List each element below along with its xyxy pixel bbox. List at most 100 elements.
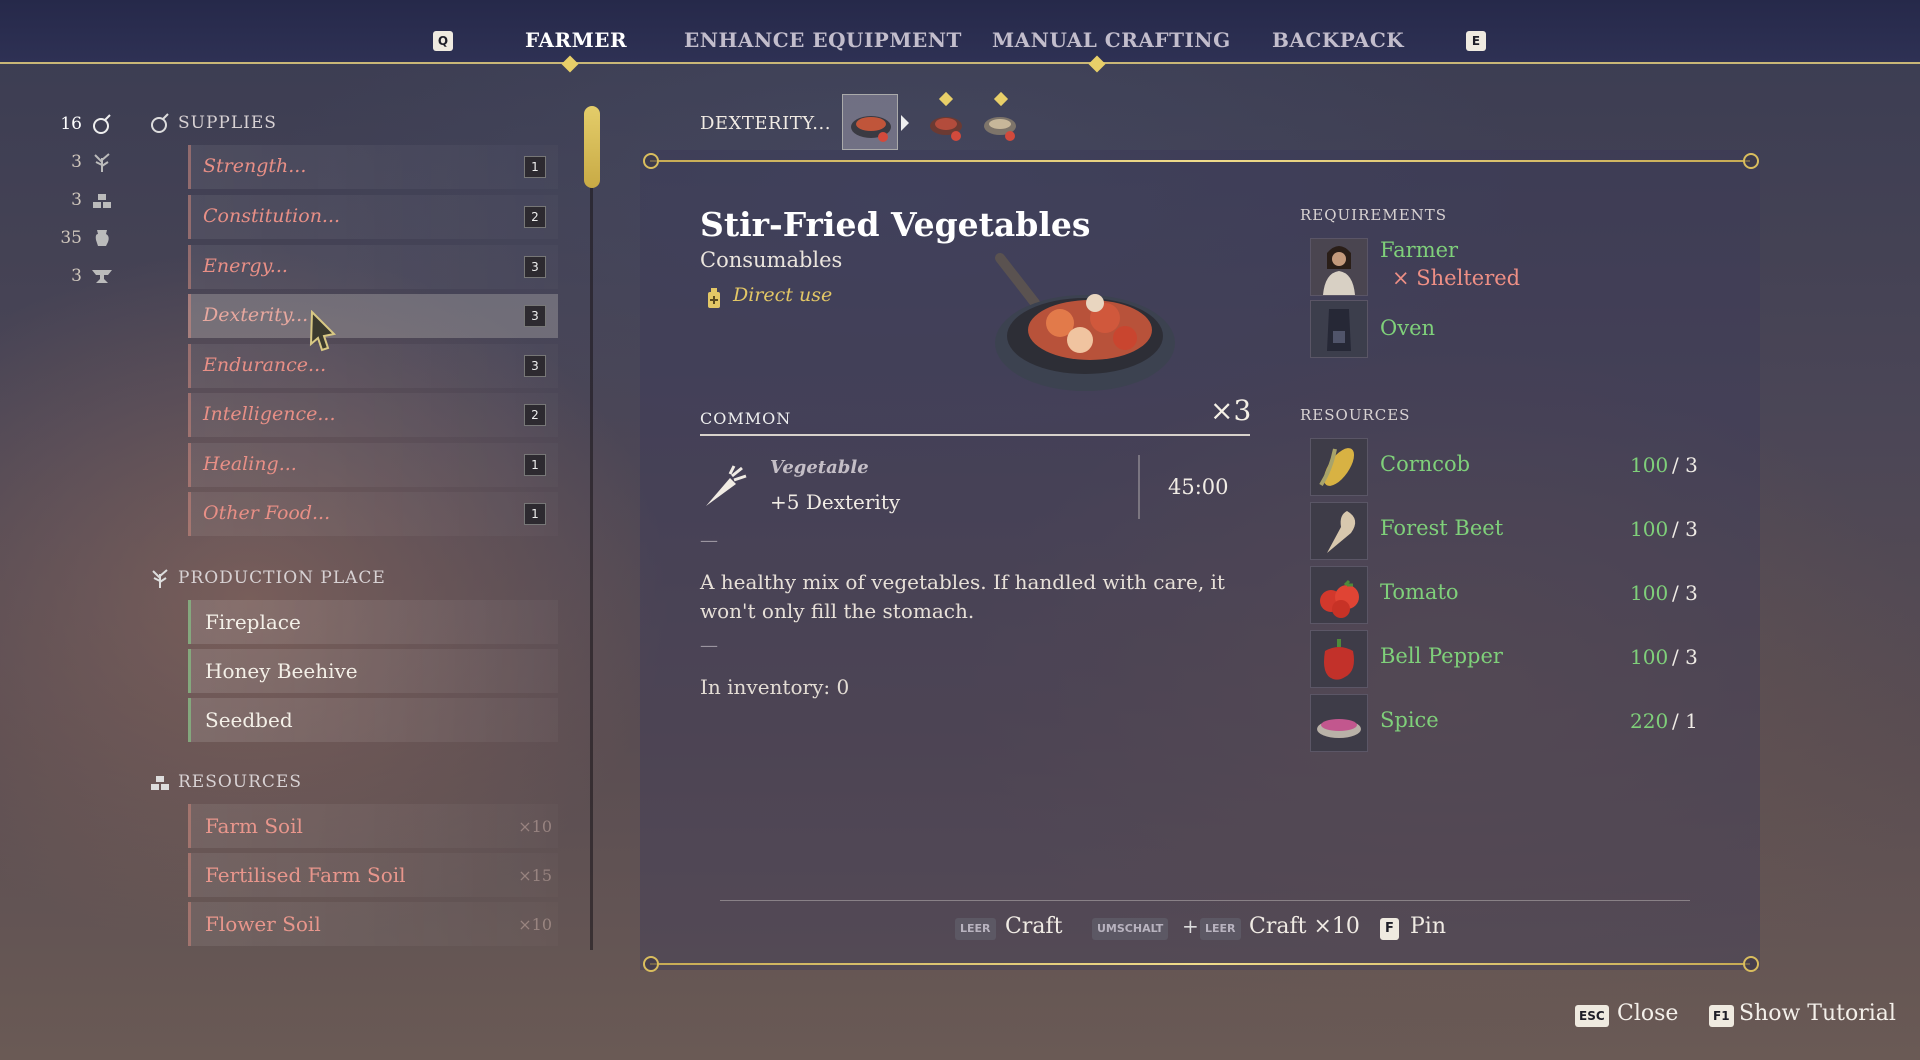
resource-need: / 3 xyxy=(1672,517,1698,541)
resource-spice xyxy=(1310,694,1368,752)
category-count: 3 xyxy=(524,355,546,377)
resource-tomato xyxy=(1310,566,1368,624)
rarity-label: COMMON xyxy=(700,409,792,428)
place-fireplace[interactable]: Fireplace xyxy=(188,600,558,644)
mouse-cursor-icon xyxy=(309,310,337,352)
oven-icon xyxy=(1311,301,1367,357)
recipe-title: Stir-Fried Vegetables xyxy=(700,205,1091,244)
stat-value: 3 xyxy=(71,266,82,286)
recipe-category: Consumables xyxy=(700,248,843,272)
category-label: Other Food... xyxy=(203,502,331,524)
resource-have: 100 xyxy=(1630,453,1669,477)
sidebar-scroll-track[interactable] xyxy=(590,110,593,950)
resources-list-heading: RESOURCES xyxy=(1300,406,1411,424)
potion-icon xyxy=(93,114,111,134)
key-combo-plus: + xyxy=(1182,914,1199,938)
chevron-right-icon xyxy=(901,115,909,131)
place-seedbed[interactable]: Seedbed xyxy=(188,698,558,742)
place-label: Fireplace xyxy=(205,610,301,634)
stat-value: 3 xyxy=(71,152,82,172)
place-label: Honey Beehive xyxy=(205,659,358,683)
prev-tab-key[interactable]: Q xyxy=(433,31,453,51)
stat-value: 3 xyxy=(71,190,82,210)
requirement-sheltered: × Sheltered xyxy=(1392,266,1521,290)
tomato-icon xyxy=(1311,567,1367,623)
production-place-heading: PRODUCTION PLACE xyxy=(152,568,386,588)
resource-label: Farm Soil xyxy=(205,814,303,838)
recipe-thumb-2[interactable] xyxy=(918,94,974,150)
resource-need: / 3 xyxy=(1672,645,1698,669)
f1-key[interactable]: F1 xyxy=(1709,1005,1734,1027)
recipe-thumb-selected[interactable] xyxy=(842,94,898,150)
recipe-thumb-3[interactable] xyxy=(972,94,1028,150)
next-tab-key[interactable]: E xyxy=(1466,31,1486,51)
category-label: Endurance... xyxy=(203,354,327,376)
recipe-panel xyxy=(640,150,1760,970)
craft-action[interactable]: Craft xyxy=(1005,914,1062,939)
craft10-action[interactable]: Craft ×10 xyxy=(1249,914,1360,939)
tab-farmer[interactable]: FARMER xyxy=(525,28,627,52)
sidebar-scroll-thumb[interactable] xyxy=(584,106,600,188)
resource-qty: ×10 xyxy=(518,817,552,836)
close-button[interactable]: Close xyxy=(1617,1001,1678,1026)
category-healing[interactable]: Healing... 1 xyxy=(188,443,558,487)
resource-flower-soil[interactable]: Flower Soil ×10 xyxy=(188,902,558,946)
tab-enhance-equipment[interactable]: ENHANCE EQUIPMENT xyxy=(684,28,962,52)
category-energy[interactable]: Energy... 3 xyxy=(188,245,558,289)
panel-top-border xyxy=(650,160,1750,162)
resource-name: Corncob xyxy=(1380,452,1471,476)
resource-have: 100 xyxy=(1630,581,1669,605)
jug-icon xyxy=(95,230,109,246)
category-count: 1 xyxy=(524,503,546,525)
potion-icon xyxy=(151,113,169,133)
shift-key[interactable]: UMSCHALT xyxy=(1092,918,1169,940)
tab-notification-diamond xyxy=(1088,55,1106,73)
active-tab-indicator xyxy=(561,55,579,73)
resource-need: / 1 xyxy=(1672,709,1698,733)
tab-manual-crafting[interactable]: MANUAL CRAFTING xyxy=(992,28,1231,52)
stew-bowl-icon xyxy=(984,117,1016,141)
place-honey-beehive[interactable]: Honey Beehive xyxy=(188,649,558,693)
separator-dash: — xyxy=(700,635,718,656)
show-tutorial-button[interactable]: Show Tutorial xyxy=(1739,1001,1896,1026)
recipe-description: A healthy mix of vegetables. If handled … xyxy=(700,570,1225,623)
resources-heading-label: RESOURCES xyxy=(178,772,302,792)
craft-key[interactable]: LEER xyxy=(955,918,996,940)
stat-ingots: 3 xyxy=(50,188,122,214)
resource-qty: ×15 xyxy=(518,866,552,885)
pin-key[interactable]: F xyxy=(1380,918,1399,940)
rarity-divider xyxy=(700,434,1250,436)
tab-backpack[interactable]: BACKPACK xyxy=(1272,28,1404,52)
resource-name: Tomato xyxy=(1380,580,1459,604)
escape-key[interactable]: ESC xyxy=(1575,1005,1609,1027)
category-intelligence[interactable]: Intelligence... 2 xyxy=(188,393,558,437)
category-endurance[interactable]: Endurance... 3 xyxy=(188,344,558,388)
ingots-icon xyxy=(151,776,169,790)
ornament-icon xyxy=(1743,153,1759,169)
bottle-icon xyxy=(708,288,720,308)
resources-heading: RESOURCES xyxy=(151,772,302,792)
stat-jugs: 35 xyxy=(50,226,122,252)
category-count: 3 xyxy=(524,305,546,327)
resource-fertilised-farm-soil[interactable]: Fertilised Farm Soil ×15 xyxy=(188,853,558,897)
resource-forest-beet xyxy=(1310,502,1368,560)
requirement-oven xyxy=(1310,300,1368,358)
resource-farm-soil[interactable]: Farm Soil ×10 xyxy=(188,804,558,848)
craft10-key[interactable]: LEER xyxy=(1200,918,1241,940)
stat-sprouts: 3 xyxy=(50,150,122,176)
category-dexterity[interactable]: Dexterity... 3 xyxy=(188,294,558,338)
category-other-food[interactable]: Other Food... 1 xyxy=(188,492,558,536)
pin-action[interactable]: Pin xyxy=(1410,914,1446,939)
bell-pepper-icon xyxy=(1311,631,1367,687)
category-constitution[interactable]: Constitution... 2 xyxy=(188,195,558,239)
category-label: Constitution... xyxy=(203,205,341,227)
requirement-oven-name: Oven xyxy=(1380,316,1436,340)
ornament-icon xyxy=(643,153,659,169)
category-label: Dexterity... xyxy=(203,304,309,326)
category-strength[interactable]: Strength... 1 xyxy=(188,145,558,189)
effect-bonus: +5 Dexterity xyxy=(770,490,901,514)
usage-type: Direct use xyxy=(733,284,833,306)
separator-dash: — xyxy=(700,530,718,551)
resource-need: / 3 xyxy=(1672,581,1698,605)
requirements-heading: REQUIREMENTS xyxy=(1300,206,1448,224)
